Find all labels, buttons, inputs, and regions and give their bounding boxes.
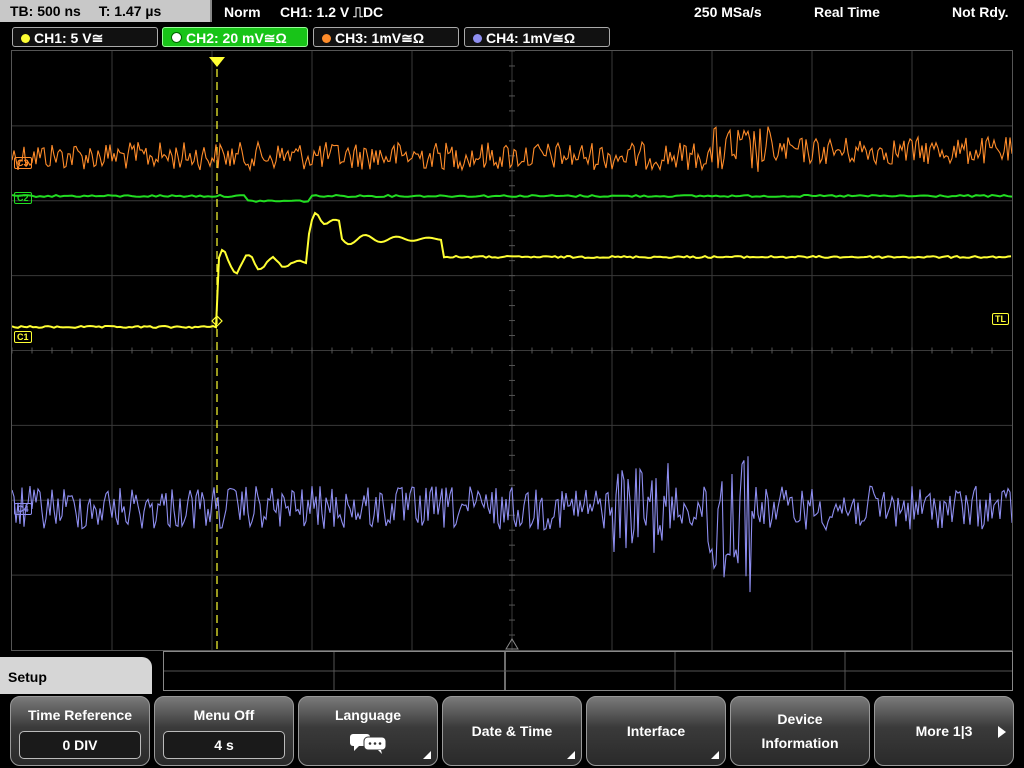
tab-ch1[interactable]: CH1: 5 V≅	[12, 27, 158, 47]
trigger-level-marker[interactable]: TL	[992, 313, 1009, 325]
tab-ch3[interactable]: CH3: 1mV≅Ω	[313, 27, 459, 47]
submenu-corner-icon	[567, 751, 575, 759]
device-information-button[interactable]: Device Information	[730, 696, 870, 766]
ch3-level-marker[interactable]: C3	[14, 157, 32, 169]
submenu-corner-icon	[423, 751, 431, 759]
device-information-label: Device Information	[761, 711, 839, 751]
next-page-icon	[998, 726, 1006, 738]
ch2-label: CH2: 20 mV≅Ω	[186, 30, 287, 46]
ch1-dot-icon	[21, 34, 30, 43]
speech-bubbles-icon	[350, 734, 387, 754]
trigger-time-readout: T: 1.47 µs	[98, 3, 162, 19]
waveform-display[interactable]: C3 C2 C1 C4 TL	[11, 50, 1013, 651]
tab-ch4[interactable]: CH4: 1mV≅Ω	[464, 27, 610, 47]
tab-ch2[interactable]: CH2: 20 mV≅Ω	[162, 27, 308, 47]
trigger-info[interactable]: CH1: 1.2 V ⎍DC	[280, 0, 383, 24]
status-bar: TB: 500 ns T: 1.47 µs Norm CH1: 1.2 V ⎍D…	[0, 0, 1024, 24]
trigger-mode[interactable]: Norm	[224, 0, 261, 24]
time-reference-value: 0 DIV	[19, 731, 141, 759]
menu-off-value: 4 s	[163, 731, 285, 759]
trigger-position-icon	[209, 57, 225, 67]
ch2-dot-icon	[171, 32, 182, 43]
trigger-status: Not Rdy.	[952, 4, 1009, 20]
channel-bar: CH1: 5 V≅ CH2: 20 mV≅Ω CH3: 1mV≅Ω CH4: 1…	[0, 26, 1024, 48]
menu-off-label: Menu Off	[193, 707, 255, 723]
submenu-corner-icon	[711, 751, 719, 759]
acquisition-mode: Real Time	[814, 4, 880, 20]
ch4-dot-icon	[473, 34, 482, 43]
ch1-level-marker[interactable]: C1	[14, 331, 32, 343]
timebase-readout: TB: 500 ns	[10, 3, 81, 19]
ch1-label: CH1: 5 V≅	[34, 30, 104, 46]
sample-rate: 250 MSa/s	[694, 4, 762, 20]
time-reference-label: Time Reference	[27, 707, 132, 723]
date-time-label: Date & Time	[471, 723, 553, 739]
timebase-box[interactable]: TB: 500 ns T: 1.47 µs	[0, 0, 212, 22]
interface-button[interactable]: Interface	[586, 696, 726, 766]
more-button[interactable]: More 1|3	[874, 696, 1014, 766]
graticule-ticks	[12, 51, 993, 636]
softkey-bar: Time Reference 0 DIV Menu Off 4 s Langua…	[0, 694, 1024, 768]
ch3-label: CH3: 1mV≅Ω	[335, 30, 425, 46]
interface-label: Interface	[626, 723, 686, 739]
ch3-dot-icon	[322, 34, 331, 43]
date-time-button[interactable]: Date & Time	[442, 696, 582, 766]
more-label: More 1|3	[915, 723, 973, 739]
menu-off-button[interactable]: Menu Off 4 s	[154, 696, 294, 766]
language-button[interactable]: Language	[298, 696, 438, 766]
language-label: Language	[334, 707, 402, 723]
ch4-label: CH4: 1mV≅Ω	[486, 30, 576, 46]
waveform-svg	[12, 51, 1012, 650]
menu-title: Setup	[0, 657, 152, 697]
time-reference-button[interactable]: Time Reference 0 DIV	[10, 696, 150, 766]
ch2-level-marker[interactable]: C2	[14, 192, 32, 204]
overview-strip	[163, 651, 1013, 691]
ch4-level-marker[interactable]: C4	[14, 503, 32, 515]
